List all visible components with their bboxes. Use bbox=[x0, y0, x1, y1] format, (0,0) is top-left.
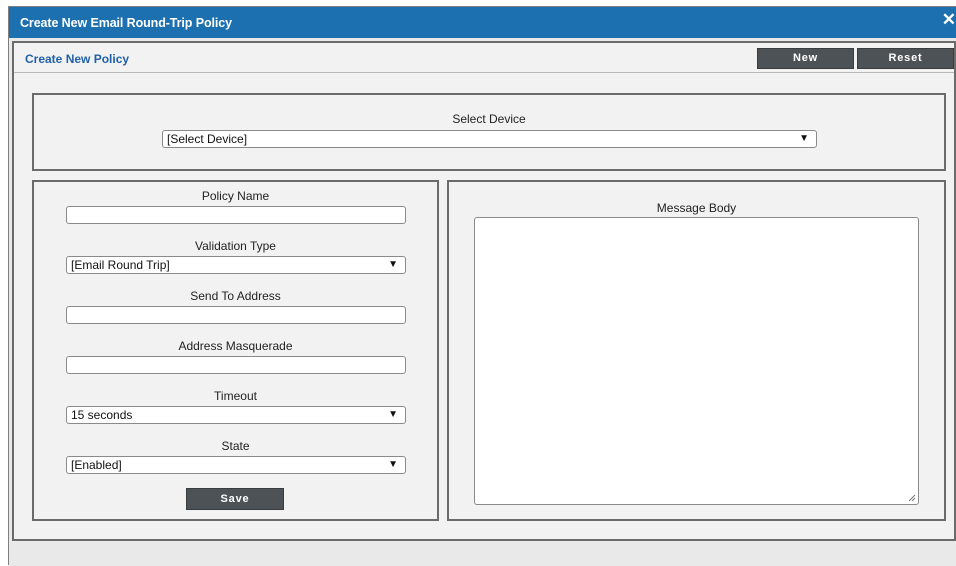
select-device-dropdown[interactable]: [Select Device] ▼ bbox=[162, 130, 817, 148]
address-masquerade-input[interactable] bbox=[66, 356, 406, 374]
policy-form-section: Policy Name Validation Type [Email Round… bbox=[32, 180, 439, 521]
message-body-textarea[interactable] bbox=[474, 217, 919, 505]
address-masquerade-label: Address Masquerade bbox=[178, 339, 293, 353]
state-value: [Enabled] bbox=[71, 458, 122, 472]
create-policy-panel: Create New Policy New Reset Select Devic… bbox=[12, 41, 956, 541]
timeout-label: Timeout bbox=[214, 389, 257, 403]
window-footer bbox=[9, 541, 956, 566]
validation-type-value: [Email Round Trip] bbox=[71, 258, 170, 272]
select-device-value: [Select Device] bbox=[167, 132, 248, 146]
state-label: State bbox=[221, 439, 250, 453]
chevron-down-icon: ▼ bbox=[388, 259, 398, 270]
chevron-down-icon: ▼ bbox=[799, 133, 809, 144]
reset-button[interactable]: Reset bbox=[857, 48, 954, 69]
policy-name-input[interactable] bbox=[66, 206, 406, 224]
validation-type-label: Validation Type bbox=[195, 239, 276, 253]
send-to-label: Send To Address bbox=[190, 289, 281, 303]
chevron-down-icon: ▼ bbox=[388, 459, 398, 470]
device-section: Select Device [Select Device] ▼ bbox=[32, 93, 946, 171]
save-button[interactable]: Save bbox=[186, 488, 284, 510]
timeout-dropdown[interactable]: 15 seconds ▼ bbox=[66, 406, 406, 424]
close-icon[interactable]: ✕ bbox=[942, 10, 956, 30]
panel-title: Create New Policy bbox=[25, 52, 130, 66]
validation-type-dropdown[interactable]: [Email Round Trip] ▼ bbox=[66, 256, 406, 274]
state-dropdown[interactable]: [Enabled] ▼ bbox=[66, 456, 406, 474]
send-to-address-input[interactable] bbox=[66, 306, 406, 324]
window-title: Create New Email Round-Trip Policy bbox=[20, 16, 232, 30]
modal-window: Create New Email Round-Trip Policy ✕ Cre… bbox=[8, 6, 956, 566]
panel-header: Create New Policy New Reset bbox=[14, 43, 954, 73]
policy-name-label: Policy Name bbox=[201, 189, 270, 203]
window-titlebar: Create New Email Round-Trip Policy ✕ bbox=[9, 7, 956, 38]
timeout-value: 15 seconds bbox=[71, 408, 133, 422]
chevron-down-icon: ▼ bbox=[388, 409, 398, 420]
message-body-section: Message Body bbox=[447, 180, 946, 521]
message-body-label: Message Body bbox=[656, 201, 737, 215]
new-button[interactable]: New bbox=[757, 48, 854, 69]
resize-grip-icon[interactable] bbox=[907, 493, 916, 502]
select-device-label: Select Device bbox=[452, 112, 526, 126]
